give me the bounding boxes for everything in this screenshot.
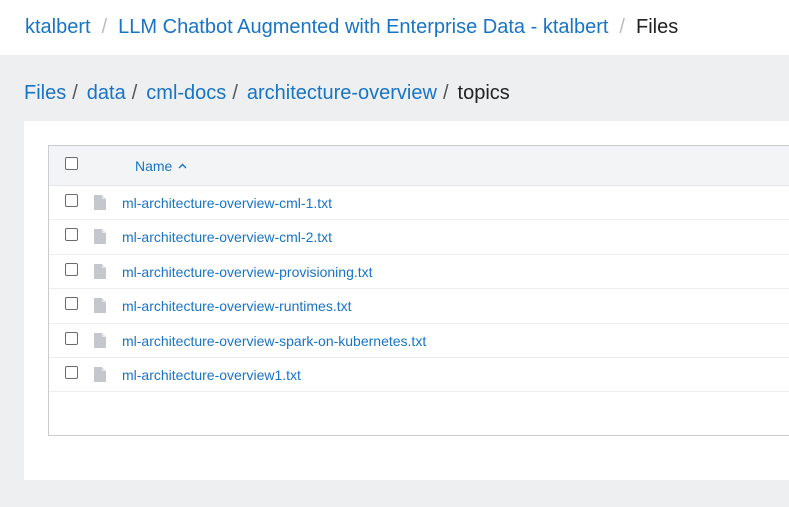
files-panel: Name ml-architecture-overview-cml-1.txt m… <box>24 121 789 480</box>
breadcrumb-user[interactable]: ktalbert <box>25 16 91 39</box>
table-row: ml-architecture-overview-cml-1.txt <box>49 186 789 221</box>
file-icon <box>94 298 106 318</box>
file-icon <box>94 263 106 284</box>
row-checkbox[interactable] <box>65 365 78 379</box>
path-separator: / <box>131 82 138 104</box>
file-name-link[interactable]: ml-architecture-overview1.txt <box>122 367 301 383</box>
file-name-link[interactable]: ml-architecture-overview-provisioning.tx… <box>122 264 373 280</box>
name-column-header[interactable]: Name <box>135 158 187 174</box>
file-name-link[interactable]: ml-architecture-overview-spark-on-kubern… <box>122 333 426 349</box>
table-row: ml-architecture-overview-runtimes.txt <box>49 289 789 324</box>
main-content: Files / data / cml-docs / architecture-o… <box>0 55 789 507</box>
breadcrumb-separator: / <box>101 16 108 38</box>
breadcrumb-project[interactable]: LLM Chatbot Augmented with Enterprise Da… <box>118 16 608 39</box>
row-checkbox[interactable] <box>65 331 78 345</box>
path-data[interactable]: data <box>87 82 126 105</box>
file-icon <box>94 366 106 387</box>
file-name-link[interactable]: ml-architecture-overview-cml-2.txt <box>122 229 332 245</box>
table-row: ml-architecture-overview1.txt <box>49 358 789 393</box>
row-checkbox[interactable] <box>65 262 78 276</box>
file-name-link[interactable]: ml-architecture-overview-runtimes.txt <box>122 298 352 314</box>
row-checkbox[interactable] <box>65 297 78 311</box>
select-all-checkbox[interactable] <box>65 157 78 170</box>
row-checkbox[interactable] <box>65 228 78 242</box>
file-icon <box>94 332 106 353</box>
path-architecture-overview[interactable]: architecture-overview <box>247 82 437 105</box>
path-current: topics <box>457 82 510 104</box>
row-checkbox[interactable] <box>65 194 78 207</box>
breadcrumb-current: Files <box>635 16 679 38</box>
path-separator: / <box>232 82 238 104</box>
file-name-link[interactable]: ml-architecture-overview-cml-1.txt <box>122 195 332 211</box>
table-row: ml-architecture-overview-cml-2.txt <box>49 220 789 255</box>
file-icon <box>94 195 106 215</box>
table-row: ml-architecture-overview-spark-on-kubern… <box>49 324 789 358</box>
file-icon <box>94 229 106 249</box>
path-separator: / <box>72 82 78 104</box>
top-breadcrumb: ktalbert / LLM Chatbot Augmented with En… <box>0 0 789 55</box>
path-cml-docs[interactable]: cml-docs <box>146 82 226 105</box>
file-path-breadcrumb: Files / data / cml-docs / architecture-o… <box>24 82 510 105</box>
table-row: ml-architecture-overview-provisioning.tx… <box>49 255 789 290</box>
file-table: Name ml-architecture-overview-cml-1.txt m… <box>48 145 789 436</box>
path-separator: / <box>442 82 449 104</box>
breadcrumb-separator: / <box>619 16 625 38</box>
table-header: Name <box>49 146 789 186</box>
file-list: ml-architecture-overview-cml-1.txt ml-arc… <box>49 186 789 393</box>
name-column-label: Name <box>135 158 173 174</box>
sort-ascending-icon <box>178 163 187 169</box>
path-files[interactable]: Files <box>24 82 66 105</box>
